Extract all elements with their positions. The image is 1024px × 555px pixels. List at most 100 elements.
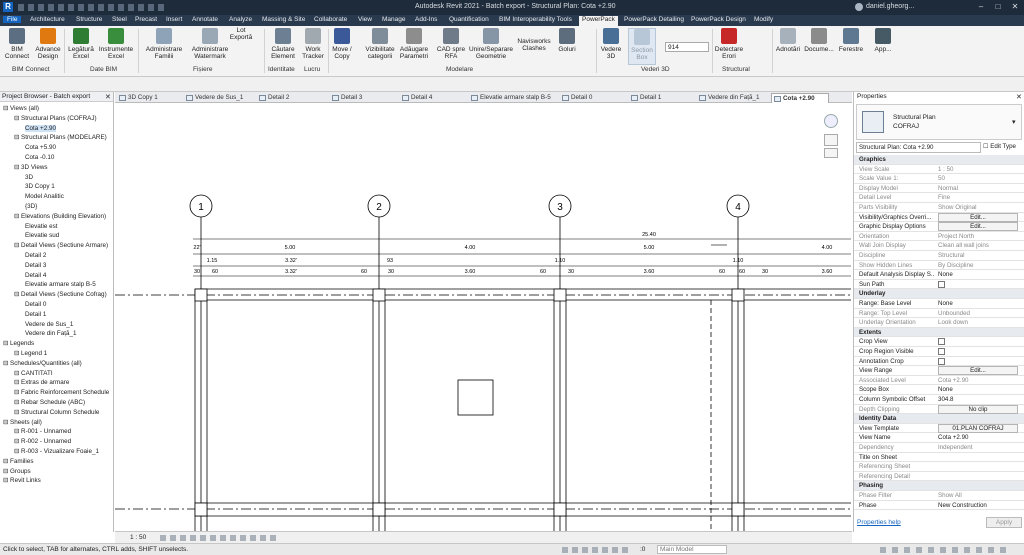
tree-item[interactable]: Detail 2	[25, 251, 46, 261]
property-edit-button[interactable]: Edit...	[938, 212, 1018, 222]
tab-3d-copy-1[interactable]: 3D Copy 1	[117, 93, 158, 103]
menu-architecture[interactable]: Architecture	[30, 16, 65, 23]
property-value[interactable]: Clean all wall joins	[938, 241, 1018, 251]
type-dropdown-icon[interactable]: ▾	[1012, 118, 1016, 126]
offset-input[interactable]: 914	[665, 42, 709, 52]
property-value[interactable]: Cota +2.90	[938, 376, 1018, 386]
expand-toggle-icon[interactable]: ⊟	[3, 477, 10, 484]
tree-item[interactable]: ⊟ Structural Plans (MODELARE)	[14, 133, 107, 143]
property-value[interactable]: Show Original	[938, 203, 1018, 213]
section-box-button[interactable]: Section Box	[628, 28, 656, 65]
navisworks-clashes-button[interactable]: Navisworks Clashes	[514, 38, 554, 52]
menu-add-ins[interactable]: Add-Ins	[415, 16, 437, 23]
expand-toggle-icon[interactable]: ⊟	[14, 115, 21, 122]
menu-modify[interactable]: Modify	[754, 16, 773, 23]
property-section[interactable]: Identity Data	[854, 414, 1024, 424]
property-edit-button[interactable]: 01.PLAN COFRAJ	[938, 423, 1018, 433]
apps-button[interactable]: App...	[870, 28, 896, 53]
property-value[interactable]: Fine	[938, 193, 1018, 203]
tree-item[interactable]: ⊟ Groups	[3, 467, 31, 477]
menu-annotate[interactable]: Annotate	[192, 16, 218, 23]
columns[interactable]	[194, 288, 745, 517]
expand-toggle-icon[interactable]: ⊟	[3, 419, 10, 426]
tree-item[interactable]: ⊟ Elevations (Building Elevation)	[14, 212, 106, 222]
tree-item[interactable]: ⊟ R-001 - Unnamed	[14, 427, 71, 437]
properties-close-icon[interactable]: ✕	[1016, 93, 1022, 101]
menu-manage[interactable]: Manage	[382, 16, 406, 23]
tree-item[interactable]: Detail 1	[25, 310, 46, 320]
property-value[interactable]: Normal	[938, 184, 1018, 194]
tree-item[interactable]: ⊟ Legends	[3, 339, 34, 349]
advance-design-button[interactable]: Advance Design	[34, 28, 62, 60]
tab-vedere-din-fata[interactable]: Vedere din Față_1	[697, 93, 759, 103]
tree-item[interactable]: ⊟ R-003 - Vizualizare Foaie_1	[14, 447, 99, 457]
menu-analyze[interactable]: Analyze	[229, 16, 252, 23]
expand-toggle-icon[interactable]: ⊟	[14, 213, 21, 220]
administrare-watermark-button[interactable]: Administrare Watermark	[188, 28, 232, 60]
drawing-canvas[interactable]: 1 2 3 4 25.40 22' 5.00 4.00 5.00 4.00 1.…	[115, 104, 851, 531]
tree-item[interactable]: Elevatie sud	[25, 231, 59, 241]
menu-precast[interactable]: Precast	[135, 16, 157, 23]
apply-button[interactable]: Apply	[986, 517, 1022, 528]
tree-item[interactable]: Cota +5.90	[25, 143, 56, 153]
expand-toggle-icon[interactable]: ⊟	[14, 389, 21, 396]
tree-item[interactable]: ⊟ R-002 - Unnamed	[14, 437, 71, 447]
expand-toggle-icon[interactable]: ⊟	[14, 242, 21, 249]
tab-elevatie-armare[interactable]: Elevatie armare stalp B-5	[469, 93, 551, 103]
cautare-element-button[interactable]: Căutare Element	[268, 28, 298, 60]
menu-structure[interactable]: Structure	[76, 16, 102, 23]
tree-item[interactable]: ⊟ CANTITATI	[14, 369, 53, 379]
property-checkbox[interactable]	[938, 348, 945, 355]
minimize-button[interactable]: –	[975, 2, 987, 12]
menu-view[interactable]: View	[358, 16, 372, 23]
menu-powerpack-design[interactable]: PowerPack Design	[691, 16, 746, 23]
property-value[interactable]: None	[938, 270, 1018, 280]
expand-toggle-icon[interactable]: ⊟	[14, 448, 21, 455]
navigation-wheel-icon[interactable]	[824, 114, 838, 128]
property-edit-button[interactable]: Edit...	[938, 366, 1018, 376]
property-value[interactable]: 50	[938, 174, 1018, 184]
tree-item[interactable]: ⊟ Detail Views (Sectiune Cofrag)	[14, 290, 107, 300]
vedere-3d-button[interactable]: Vedere 3D	[599, 28, 623, 60]
tree-item[interactable]: Vedere de Sus_1	[25, 320, 73, 330]
cad-spre-rfa-button[interactable]: CAD spre RFA	[436, 28, 466, 60]
tree-item[interactable]: Model Analitic	[25, 192, 64, 202]
tree-item[interactable]: ⊟ Families	[3, 457, 33, 467]
lot-exporta-button[interactable]: Lot Exportă	[228, 27, 254, 41]
expand-toggle-icon[interactable]: ⊟	[14, 134, 21, 141]
property-edit-button[interactable]: No clip	[938, 404, 1018, 414]
expand-toggle-icon[interactable]: ⊟	[14, 438, 21, 445]
expand-toggle-icon[interactable]: ⊟	[14, 350, 21, 357]
menu-powerpack-detailing[interactable]: PowerPack Detailing	[624, 16, 684, 23]
model-selector[interactable]: Main Model	[657, 545, 727, 554]
tree-item[interactable]: ⊟ Structural Column Schedule	[14, 408, 99, 418]
expand-toggle-icon[interactable]: ⊟	[14, 291, 21, 298]
menu-massing-site[interactable]: Massing & Site	[262, 16, 305, 23]
slab-opening[interactable]	[457, 379, 494, 416]
property-value[interactable]: Unbounded	[938, 309, 1018, 319]
property-value[interactable]: 1 : 50	[938, 165, 1018, 175]
menu-file[interactable]: File	[3, 16, 22, 23]
tree-item[interactable]: Detail 0	[25, 300, 46, 310]
tree-item[interactable]: ⊟ Rebar Schedule (ABC)	[14, 398, 85, 408]
tree-item[interactable]: ⊟ Detail Views (Sectiune Armare)	[14, 241, 108, 251]
property-section[interactable]: Extents	[854, 327, 1024, 338]
tree-item[interactable]: Elevatie est	[25, 222, 58, 232]
edit-type-button[interactable]: ☐ Edit Type	[983, 142, 1023, 153]
tree-item[interactable]: Elevatie armare stalp B-5	[25, 280, 96, 290]
beams[interactable]	[115, 288, 851, 531]
menu-bim-interop[interactable]: BIM Interoperability Tools	[499, 16, 572, 23]
close-button[interactable]: ✕	[1009, 2, 1021, 12]
tree-item[interactable]: 3D	[25, 173, 33, 183]
view-control-icons[interactable]	[160, 535, 280, 541]
expand-toggle-icon[interactable]: ⊟	[14, 409, 21, 416]
property-checkbox[interactable]	[938, 338, 945, 346]
expand-toggle-icon[interactable]: ⊟	[3, 468, 10, 475]
property-value[interactable]: New Construction	[938, 501, 1018, 511]
selection-filter-icons[interactable]	[880, 547, 1010, 553]
vizibilitate-button[interactable]: Vizibilitate categorii	[360, 28, 400, 60]
maximize-button[interactable]: □	[992, 2, 1004, 12]
property-value[interactable]: Project North	[938, 232, 1018, 242]
property-value[interactable]: By Discipline	[938, 261, 1018, 271]
instrumente-excel-button[interactable]: Instrumente Excel	[98, 28, 134, 60]
